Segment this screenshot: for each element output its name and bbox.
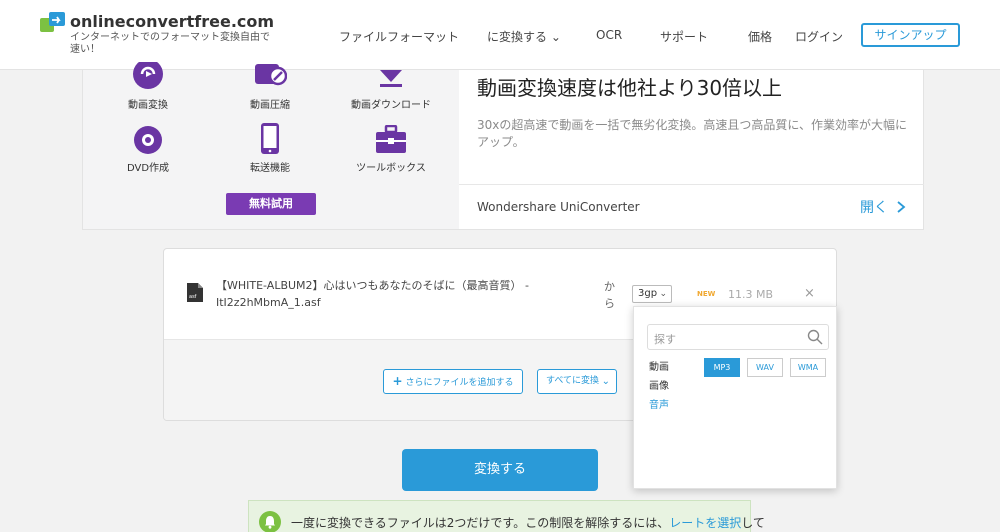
- target-format-value: 3gp: [638, 288, 658, 299]
- promo-brand: Wondershare UniConverter: [477, 200, 640, 214]
- open-label: 開く: [860, 200, 888, 216]
- bell-icon: [259, 511, 281, 532]
- tool-video-download[interactable]: 動画ダウンロード: [341, 62, 441, 111]
- tool-label: 動画変換: [128, 100, 168, 111]
- promo-banner: 動画変換 動画圧縮 動画ダウンロード DVD作成 転送機能 ツールボックス 無料…: [82, 62, 924, 230]
- tool-transfer[interactable]: 転送機能: [220, 122, 320, 174]
- search-icon: [807, 329, 823, 345]
- tool-video-convert[interactable]: 動画変換: [98, 62, 198, 111]
- plus-icon: +: [392, 374, 403, 388]
- nav-file-formats[interactable]: ファイルフォーマット: [339, 28, 459, 45]
- video-compress-icon: [255, 64, 287, 86]
- chevron-right-icon: [897, 201, 906, 213]
- logo-icon[interactable]: [40, 12, 66, 32]
- promo-title: 動画変換速度は他社より30倍以上: [477, 76, 783, 100]
- tool-label: 動画ダウンロード: [351, 100, 431, 111]
- nav-ocr[interactable]: OCR: [596, 28, 622, 42]
- remove-file-button[interactable]: ×: [804, 286, 815, 301]
- tool-grid: 動画変換 動画圧縮 動画ダウンロード DVD作成 転送機能 ツールボックス 無料…: [83, 62, 459, 229]
- convert-all-select[interactable]: すべてに変換 ⌄: [537, 369, 617, 394]
- from-label: から: [604, 280, 615, 310]
- category-image[interactable]: 画像: [649, 377, 669, 392]
- free-trial-button[interactable]: 無料試用: [226, 193, 316, 215]
- dvd-icon: [134, 126, 162, 154]
- tool-video-compress[interactable]: 動画圧縮: [220, 62, 320, 111]
- category-audio[interactable]: 音声: [649, 396, 669, 411]
- convert-button[interactable]: 変換する: [402, 449, 598, 491]
- promo-description: 30xの超高速で動画を一括で無劣化変換。高速且つ高品質に、作業効率が大幅にアップ…: [477, 118, 908, 149]
- notice-text: 一度に変換できるファイルは2つだけです。この制限を解除するには、レートを選択して: [291, 514, 765, 531]
- tool-label: DVD作成: [126, 163, 170, 174]
- limit-notice: 一度に変換できるファイルは2つだけです。この制限を解除するには、レートを選択して: [248, 500, 765, 532]
- divider: [459, 184, 924, 185]
- format-dropdown: 探す 動画 画像 音声 MP3 WAV WMA: [633, 306, 837, 489]
- chevron-down-icon: ⌄: [659, 289, 667, 299]
- new-badge: NEW: [697, 290, 716, 298]
- logo-name[interactable]: onlineconvertfree.com: [70, 12, 274, 31]
- format-option-wma[interactable]: WMA: [790, 358, 826, 377]
- tool-toolbox[interactable]: ツールボックス: [341, 125, 441, 174]
- target-format-select[interactable]: 3gp ⌄: [632, 285, 672, 303]
- logo-tagline: インターネットでのフォーマット変換自由で速い！: [70, 32, 270, 55]
- nav-login[interactable]: ログイン: [795, 28, 843, 45]
- notice-suffix: して: [741, 516, 765, 530]
- add-more-label: さらにファイルを追加する: [405, 378, 514, 388]
- choose-rate-link[interactable]: レートを選択: [669, 516, 741, 530]
- format-option-wav[interactable]: WAV: [747, 358, 783, 377]
- file-size: 11.3 MB: [728, 288, 774, 301]
- tool-label: ツールボックス: [356, 163, 426, 174]
- file-icon: asf: [187, 283, 203, 302]
- chevron-down-icon: ⌄: [601, 376, 610, 387]
- format-search-input[interactable]: 探す: [647, 324, 829, 350]
- nav-support[interactable]: サポート: [660, 28, 708, 45]
- category-video[interactable]: 動画: [649, 358, 669, 373]
- phone-transfer-icon: [261, 123, 279, 154]
- format-option-mp3[interactable]: MP3: [704, 358, 740, 377]
- promo-open-link[interactable]: 開く: [860, 197, 906, 217]
- tool-label: 動画圧縮: [250, 100, 290, 111]
- nav-pricing[interactable]: 価格: [748, 28, 772, 45]
- convert-all-label: すべてに変換: [546, 376, 600, 386]
- header: onlineconvertfree.com インターネットでのフォーマット変換自…: [0, 0, 1000, 70]
- video-convert-icon: [133, 62, 163, 89]
- toolbox-icon: [376, 125, 406, 153]
- download-icon: [380, 70, 402, 87]
- tool-dvd[interactable]: DVD作成: [98, 125, 198, 174]
- search-placeholder: 探す: [654, 333, 676, 346]
- svg-text:asf: asf: [189, 294, 197, 300]
- tool-label: 転送機能: [250, 163, 290, 174]
- signup-button[interactable]: サインアップ: [861, 23, 960, 47]
- add-more-files-button[interactable]: + さらにファイルを追加する: [383, 369, 523, 394]
- notice-message: 一度に変換できるファイルは2つだけです。この制限を解除するには、: [291, 516, 670, 530]
- nav-convert-to[interactable]: に変換する ⌄: [487, 28, 561, 45]
- file-name: 【WHITE-ALBUM2】心はいつもあなたのそばに（最高音質） - ItI2z…: [216, 279, 529, 309]
